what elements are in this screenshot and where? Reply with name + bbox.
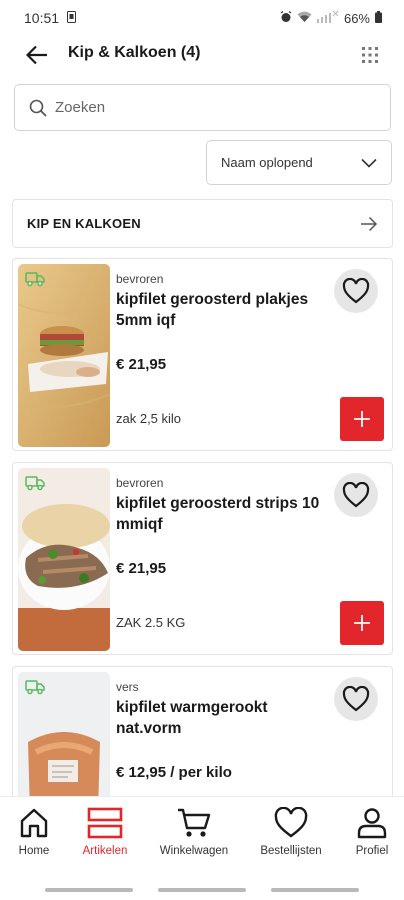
alarm-icon: [280, 10, 292, 26]
product-price: € 21,95: [116, 560, 167, 577]
chevron-down-icon: [361, 158, 377, 168]
wifi-icon: [297, 11, 312, 26]
search-icon: [29, 99, 47, 117]
product-unit: zak 2,5 kilo: [116, 411, 182, 426]
search-box[interactable]: [14, 84, 391, 131]
nav-winkelwagen[interactable]: Winkelwagen: [156, 807, 232, 857]
articles-icon: [87, 807, 123, 839]
profile-icon: [357, 808, 387, 839]
arrow-right-icon: [361, 216, 378, 231]
heart-icon: [342, 482, 370, 508]
product-card[interactable]: bevroren kipfilet geroosterd plakjes 5mm…: [12, 258, 393, 451]
heart-icon: [342, 278, 370, 304]
nav-artikelen[interactable]: Artikelen: [79, 807, 131, 857]
sort-dropdown[interactable]: Naam oplopend: [206, 140, 392, 185]
grid-icon: [362, 47, 378, 63]
page-title: Kip & Kalkoen (4): [68, 44, 201, 61]
nav-home[interactable]: Home: [14, 807, 54, 857]
status-time: 10:51: [24, 10, 60, 26]
product-unit: ZAK 2.5 KG: [116, 615, 186, 630]
grid-view-button[interactable]: [358, 43, 382, 67]
favorite-button[interactable]: [334, 269, 378, 313]
product-name[interactable]: kipfilet geroosterd strips 10 mmiqf: [116, 493, 326, 535]
battery-percent: 66%: [343, 10, 370, 26]
product-card[interactable]: bevroren kipfilet geroosterd strips 10 m…: [12, 462, 393, 655]
search-input[interactable]: [55, 99, 355, 116]
nav-bestellijsten-label: Bestellijsten: [260, 845, 322, 857]
plus-icon: [354, 411, 370, 427]
nav-artikelen-label: Artikelen: [82, 845, 128, 857]
product-price: € 21,95: [116, 356, 167, 373]
nav-profiel-label: Profiel: [355, 845, 389, 857]
favorite-button[interactable]: [334, 473, 378, 517]
battery-icon: [375, 10, 382, 26]
nav-winkelwagen-label: Winkelwagen: [159, 845, 229, 857]
gesture-bar: [271, 888, 359, 892]
product-name[interactable]: kipfilet warmgerookt nat.vorm: [116, 697, 326, 739]
add-to-cart-button[interactable]: [340, 397, 384, 441]
gesture-bar: [158, 888, 246, 892]
product-tag: vers: [116, 680, 139, 694]
delivery-truck-icon: [25, 475, 45, 496]
category-link[interactable]: KIP EN KALKOEN: [12, 199, 393, 248]
home-icon: [20, 808, 48, 838]
delivery-truck-icon: [25, 679, 45, 700]
gesture-bar: [45, 888, 133, 892]
heart-icon: [342, 686, 370, 712]
product-price: € 12,95 / per kilo: [116, 764, 232, 781]
back-button[interactable]: [22, 40, 52, 70]
arrow-left-icon: [26, 45, 47, 65]
product-name[interactable]: kipfilet geroosterd plakjes 5mm iqf: [116, 289, 326, 331]
nav-home-label: Home: [18, 845, 50, 857]
sort-selected-label: Naam oplopend: [221, 155, 313, 170]
favorite-button[interactable]: [334, 677, 378, 721]
app-header: Kip & Kalkoen (4): [0, 36, 404, 72]
status-bar: 10:51 66%: [0, 0, 404, 36]
nav-bestellijsten[interactable]: Bestellijsten: [255, 807, 327, 857]
product-tag: bevroren: [116, 476, 164, 490]
bottom-navigation: Home Artikelen Winkelwagen Bestellijsten…: [0, 796, 404, 882]
plus-icon: [354, 615, 370, 631]
sim-icon: [67, 10, 77, 26]
heart-icon: [274, 807, 308, 838]
cart-icon: [178, 808, 211, 837]
add-to-cart-button[interactable]: [340, 601, 384, 645]
product-tag: bevroren: [116, 272, 164, 286]
category-label: KIP EN KALKOEN: [27, 216, 141, 231]
nav-profiel[interactable]: Profiel: [352, 807, 392, 857]
delivery-truck-icon: [25, 271, 45, 292]
signal-icon: [316, 10, 339, 26]
